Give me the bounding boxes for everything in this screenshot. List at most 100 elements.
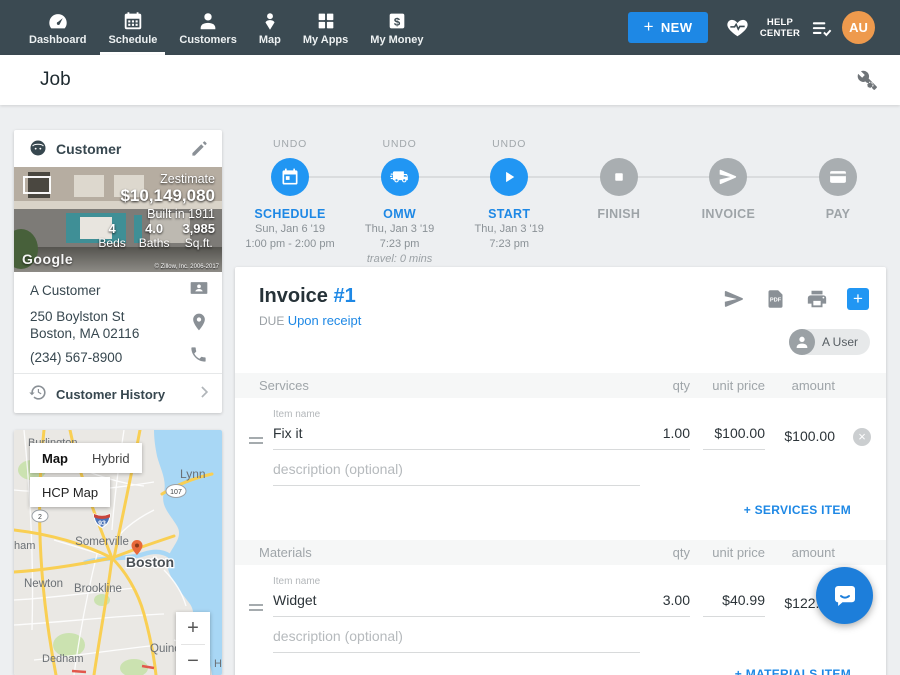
customer-phone: (234) 567-8900 — [30, 349, 122, 366]
photo-copyright: © Zillow, Inc. 2006-2017 — [155, 264, 219, 270]
invoice-card: Invoice #1 DUE Upon receipt PDF + A User… — [235, 267, 886, 675]
send-step-icon[interactable] — [709, 158, 747, 196]
map-zoom-control: + − — [176, 612, 210, 675]
nav-item-customers[interactable]: Customers — [168, 0, 247, 55]
services-section-header: Services qty unit price amount — [235, 373, 886, 398]
assignee-name: A User — [822, 335, 858, 349]
undo-link[interactable]: UNDO — [273, 138, 307, 150]
step-label[interactable]: OMW — [383, 207, 416, 221]
person-pin-icon — [259, 10, 281, 32]
add-materials-item-link[interactable]: + MATERIALS ITEM — [635, 667, 851, 675]
street-view-icon[interactable] — [23, 176, 51, 194]
svg-text:93: 93 — [98, 521, 106, 528]
invoice-number[interactable]: #1 — [333, 285, 355, 307]
app-window: Dashboard Schedule Customers Map — [0, 0, 900, 675]
invoice-due: DUE Upon receipt — [259, 313, 361, 328]
nav-item-label: Schedule — [108, 34, 157, 46]
face-icon — [28, 138, 48, 158]
avatar[interactable]: AU — [842, 11, 875, 44]
nav-items: Dashboard Schedule Customers Map — [18, 0, 434, 55]
nav-item-label: My Money — [370, 34, 423, 46]
truck-step-icon[interactable] — [381, 158, 419, 196]
grid-icon — [315, 10, 337, 32]
calendar-icon — [122, 10, 144, 32]
map-label-boston: Boston — [126, 554, 174, 570]
step-time: 7:23 pm — [380, 238, 420, 251]
play-step-icon[interactable] — [490, 158, 528, 196]
beds-value: 4 — [98, 222, 125, 236]
chat-widget-button[interactable] — [816, 567, 873, 624]
gauge-icon — [47, 10, 69, 32]
location-pin-icon[interactable] — [189, 312, 209, 332]
map-type-map-button[interactable]: Map — [30, 443, 80, 473]
property-photo[interactable]: Zestimate $10,149,080 Built in 1911 4Bed… — [14, 167, 222, 272]
map-label-dedham: Dedham — [42, 653, 84, 665]
qty-column-header: qty — [630, 545, 690, 560]
task-list-icon[interactable] — [810, 17, 833, 40]
page-header: Job — [0, 55, 900, 105]
google-watermark: Google — [22, 251, 73, 267]
unit-price-column-header: unit price — [685, 545, 765, 560]
job-settings-icon[interactable] — [856, 69, 878, 91]
description-input[interactable] — [273, 626, 642, 650]
undo-link[interactable]: UNDO — [492, 138, 526, 150]
new-button[interactable]: + NEW — [628, 12, 708, 43]
zestimate-value: $10,149,080 — [120, 186, 215, 206]
step-label[interactable]: SCHEDULE — [254, 207, 325, 221]
heart-pulse-icon[interactable] — [726, 16, 749, 39]
item-name-input[interactable] — [273, 590, 642, 614]
undo-link[interactable]: UNDO — [383, 138, 417, 150]
step-travel: travel: 0 mins — [367, 253, 432, 266]
add-services-item-link[interactable]: + SERVICES ITEM — [635, 503, 851, 517]
stop-step-icon[interactable] — [600, 158, 638, 196]
nav-item-schedule[interactable]: Schedule — [97, 0, 168, 55]
nav-item-my-money[interactable]: $ My Money — [359, 0, 434, 55]
due-terms-link[interactable]: Upon receipt — [288, 313, 362, 328]
schedule-step-icon[interactable] — [271, 158, 309, 196]
sqft-label: Sq.ft. — [182, 236, 215, 250]
description-field-wrap — [273, 626, 640, 653]
send-invoice-icon[interactable] — [723, 288, 745, 310]
nav-item-my-apps[interactable]: My Apps — [292, 0, 359, 55]
assignee-badge[interactable]: A User — [789, 329, 870, 355]
materials-header-label: Materials — [259, 545, 312, 560]
description-field-wrap — [273, 459, 640, 486]
built-year: Built in 1911 — [147, 207, 215, 221]
zoom-out-button[interactable]: − — [176, 645, 210, 675]
svg-text:107: 107 — [170, 489, 182, 496]
plus-icon: + — [644, 17, 654, 37]
help-center-button[interactable]: HELP CENTER — [757, 17, 803, 39]
credit-card-step-icon[interactable] — [819, 158, 857, 196]
map-type-hybrid-button[interactable]: Hybrid — [80, 443, 142, 473]
edit-pencil-icon[interactable] — [190, 139, 209, 158]
contact-card-icon[interactable] — [189, 278, 209, 298]
address-line1: 250 Boylston St — [30, 308, 139, 325]
chevron-right-icon[interactable] — [194, 382, 214, 402]
drag-handle-icon[interactable] — [249, 437, 263, 444]
phone-icon[interactable] — [189, 345, 209, 365]
step-label[interactable]: START — [488, 207, 530, 221]
remove-item-icon[interactable]: × — [853, 428, 871, 446]
nav-item-dashboard[interactable]: Dashboard — [18, 0, 97, 55]
nav-item-map[interactable]: Map — [248, 0, 292, 55]
map-label-somerville: Somerville — [75, 536, 129, 548]
map-label-hingham: Hi — [214, 658, 222, 670]
item-name-label: Item name — [273, 576, 320, 587]
materials-section-header: Materials qty unit price amount — [235, 540, 886, 565]
add-invoice-button[interactable]: + — [847, 288, 869, 310]
map-type-buttons: Map Hybrid — [30, 443, 142, 473]
item-name-input[interactable] — [273, 423, 642, 447]
svg-text:$: $ — [394, 16, 401, 28]
print-icon[interactable] — [806, 288, 828, 310]
zoom-in-button[interactable]: + — [176, 612, 210, 644]
map-label-brookline: Brookline — [74, 583, 122, 595]
job-timeline: UNDO SCHEDULE Sun, Jan 6 '19 1:00 pm - 2… — [235, 130, 886, 265]
hcp-map-button[interactable]: HCP Map — [30, 477, 110, 507]
pdf-icon[interactable]: PDF — [765, 288, 787, 310]
drag-handle-icon[interactable] — [249, 604, 263, 611]
customer-history-link[interactable]: Customer History — [56, 387, 165, 402]
qty-input[interactable] — [628, 590, 692, 614]
route-shield-2: 2 — [32, 510, 48, 522]
qty-input[interactable] — [628, 423, 692, 447]
description-input[interactable] — [273, 459, 642, 483]
